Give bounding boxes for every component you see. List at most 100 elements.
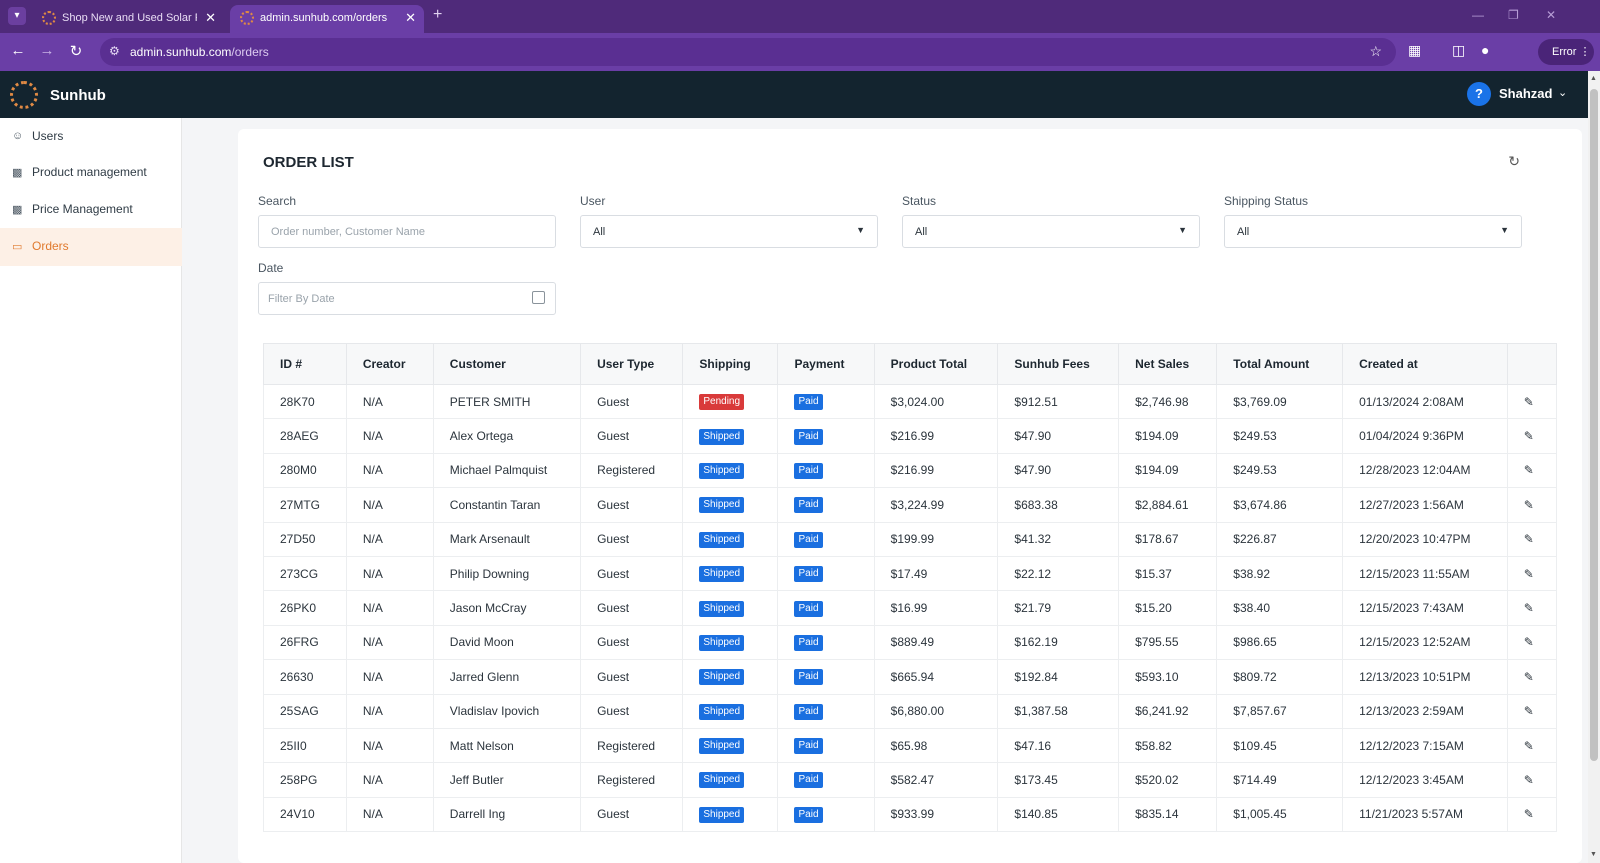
table-row[interactable]: 26630 N/A Jarred Glenn Guest Shipped Paid $665… (263, 659, 1558, 695)
browser-tab[interactable]: Shop New and Used Solar Panels ✕ (32, 5, 224, 33)
help-icon[interactable]: ? (1467, 82, 1491, 106)
shipping-status-badge: Shipped (699, 531, 745, 548)
scroll-thumb[interactable] (1590, 89, 1598, 761)
sidebar-item-users[interactable]: ☺ Users (0, 118, 182, 156)
payment-cell: Paid (777, 659, 875, 695)
page-scrollbar[interactable]: ▲ ▼ (1588, 71, 1600, 863)
logo-text: Sunhub (50, 87, 106, 104)
edit-pencil-icon[interactable]: ✎ (1524, 429, 1534, 443)
tab-search-button[interactable]: ▾ (8, 7, 26, 25)
shipping-cell: Shipped (682, 762, 779, 798)
profile-icon[interactable]: ● (1481, 42, 1489, 58)
column-header[interactable]: Created at (1342, 343, 1508, 385)
sidebar-item-product-management[interactable]: ▩ Product management (0, 154, 182, 192)
column-header[interactable]: Net Sales (1118, 343, 1218, 385)
column-header[interactable]: Creator (345, 343, 434, 385)
reload-icon[interactable]: ↻ (66, 42, 86, 60)
minimize-icon[interactable]: — (1472, 8, 1484, 22)
payment-cell: Paid (777, 693, 875, 729)
edit-pencil-icon[interactable]: ✎ (1524, 739, 1534, 753)
table-cell: Guest (580, 521, 684, 557)
site-settings-icon[interactable]: ⚙ (109, 44, 120, 58)
status-filter-select[interactable]: All ▼ (902, 215, 1200, 248)
table-cell: 273CG (263, 555, 347, 592)
edit-pencil-icon[interactable]: ✎ (1524, 463, 1534, 477)
shipping-filter-select[interactable]: All ▼ (1224, 215, 1522, 248)
column-header[interactable]: Customer (432, 343, 582, 385)
edit-pencil-icon[interactable]: ✎ (1524, 395, 1534, 409)
profile-error-button[interactable]: Error ⋮ (1538, 39, 1594, 65)
chevron-down-icon: ▼ (1500, 225, 1509, 235)
edit-pencil-icon[interactable]: ✎ (1524, 532, 1534, 546)
table-cell: N/A (345, 624, 434, 661)
table-row[interactable]: 26PK0 N/A Jason McCray Guest Shipped Paid $16.… (263, 590, 1558, 626)
table-cell: $6,241.92 (1118, 693, 1218, 729)
table-cell: Guest (580, 659, 684, 695)
address-bar[interactable]: ⚙ admin.sunhub.com/orders ☆ (100, 38, 1396, 66)
table-row[interactable]: 26FRG N/A David Moon Guest Shipped Paid $889.4… (263, 624, 1558, 661)
column-header[interactable]: Payment (777, 343, 875, 385)
column-header[interactable]: ID # (263, 343, 347, 385)
table-row[interactable]: 28AEG N/A Alex Ortega Guest Shipped Paid $216.… (263, 418, 1558, 454)
table-row[interactable]: 25II0 N/A Matt Nelson Registered Shipped Paid… (263, 727, 1558, 764)
calendar-icon[interactable] (532, 291, 545, 304)
user-filter-select[interactable]: All ▼ (580, 215, 878, 248)
actions-cell: ✎ (1506, 555, 1558, 592)
edit-pencil-icon[interactable]: ✎ (1524, 704, 1534, 718)
forward-icon[interactable]: → (37, 42, 57, 59)
scroll-down-icon[interactable]: ▼ (1590, 851, 1597, 858)
browser-tab-active[interactable]: admin.sunhub.com/orders ✕ (230, 5, 424, 33)
table-row[interactable]: 25SAG N/A Vladislav Ipovich Guest Shipped Pai… (263, 693, 1558, 729)
column-header[interactable]: Product Total (873, 343, 999, 385)
edit-pencil-icon[interactable]: ✎ (1524, 498, 1534, 512)
column-header[interactable]: Shipping (682, 343, 779, 385)
column-header[interactable]: Sunhub Fees (997, 343, 1120, 385)
chevron-down-icon: ▼ (1178, 225, 1187, 235)
actions-cell: ✎ (1506, 659, 1558, 695)
edit-pencil-icon[interactable]: ✎ (1524, 635, 1534, 649)
table-row[interactable]: 27MTG N/A Constantin Taran Guest Shipped Paid… (263, 487, 1558, 523)
table-row[interactable]: 27D50 N/A Mark Arsenault Guest Shipped Paid $1… (263, 521, 1558, 557)
date-filter-input[interactable]: Filter By Date (258, 282, 556, 315)
table-cell: N/A (345, 659, 434, 695)
column-header[interactable]: User Type (580, 343, 684, 385)
extensions-icon[interactable]: ▦ (1408, 42, 1421, 59)
edit-pencil-icon[interactable]: ✎ (1524, 773, 1534, 787)
actions-cell: ✎ (1506, 418, 1558, 454)
chevron-down-icon[interactable]: ⌄ (1558, 86, 1567, 99)
edit-pencil-icon[interactable]: ✎ (1524, 567, 1534, 581)
close-icon[interactable]: ✕ (405, 10, 416, 26)
app-header: Sunhub ? Shahzad ⌄ (0, 71, 1588, 118)
close-icon[interactable]: ✕ (205, 10, 216, 26)
sidebar: ☺ Users ▩ Product management ▩ Price Man… (0, 118, 182, 863)
table-cell: $835.14 (1118, 796, 1218, 833)
restore-icon[interactable]: ❐ (1508, 8, 1519, 22)
edit-pencil-icon[interactable]: ✎ (1524, 601, 1534, 615)
column-header[interactable]: Total Amount (1216, 343, 1344, 385)
edit-pencil-icon[interactable]: ✎ (1524, 670, 1534, 684)
side-panel-icon[interactable]: ◫ (1452, 42, 1465, 59)
browser-tab-strip: ▾ Shop New and Used Solar Panels ✕ admin… (0, 0, 1600, 33)
user-menu[interactable]: Shahzad (1499, 86, 1552, 101)
url-text[interactable]: admin.sunhub.com/orders (130, 45, 269, 59)
edit-pencil-icon[interactable]: ✎ (1524, 807, 1534, 821)
search-input[interactable] (259, 216, 555, 247)
table-row[interactable]: 280M0 N/A Michael Palmquist Registered Shipp… (263, 452, 1558, 489)
new-tab-icon[interactable]: + (433, 6, 442, 24)
table-cell: $41.32 (997, 521, 1120, 557)
table-cell: $3,769.09 (1216, 383, 1344, 420)
back-icon[interactable]: ← (8, 42, 28, 59)
table-cell: Guest (580, 383, 684, 420)
sidebar-item-price-management[interactable]: ▩ Price Management (0, 191, 182, 229)
table-row[interactable]: 28K70 N/A PETER SMITH Guest Pending Paid $3,02… (263, 383, 1558, 420)
sidebar-item-orders[interactable]: ▭ Orders (0, 228, 182, 266)
refresh-icon[interactable]: ↻ (1508, 153, 1520, 170)
table-cell: Mark Arsenault (432, 521, 582, 557)
table-row[interactable]: 24V10 N/A Darrell Ing Guest Shipped Paid $933.… (263, 796, 1558, 833)
scroll-up-icon[interactable]: ▲ (1590, 75, 1597, 82)
payment-status-badge: Paid (794, 394, 823, 411)
table-row[interactable]: 258PG N/A Jeff Butler Registered Shipped Paid… (263, 762, 1558, 798)
bookmark-star-icon[interactable]: ☆ (1369, 43, 1382, 60)
table-row[interactable]: 273CG N/A Philip Downing Guest Shipped Paid $1… (263, 555, 1558, 592)
window-close-icon[interactable]: ✕ (1546, 8, 1556, 22)
